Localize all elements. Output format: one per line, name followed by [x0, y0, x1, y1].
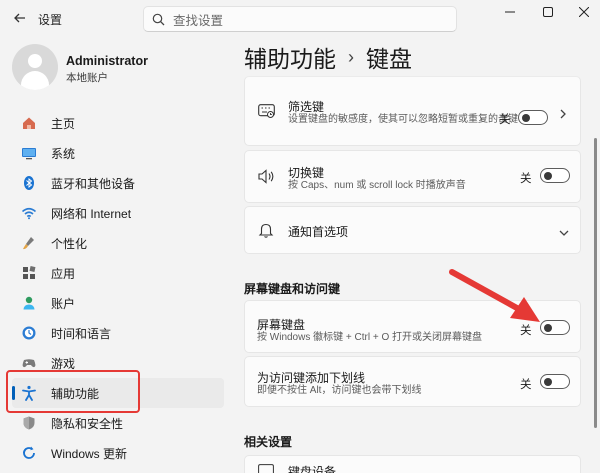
sidebar-item-label: 账户	[51, 296, 76, 311]
card-description: 设置键盘的敏感度，使其可以忽略短暂或重复的击键	[288, 114, 518, 125]
keyboard-device-card[interactable]: 键盘设备	[244, 455, 581, 473]
sidebar-item-accounts[interactable]: 账户	[12, 288, 224, 318]
shield-icon	[20, 414, 38, 432]
sidebar-item-label: 时间和语言	[51, 326, 112, 341]
speaker-icon	[257, 168, 275, 186]
search-icon	[152, 13, 165, 25]
sidebar-item-system[interactable]: 系统	[12, 138, 224, 168]
page-title: 键盘	[366, 46, 412, 72]
keyboard-icon	[257, 461, 275, 473]
underline-access-keys-toggle[interactable]	[540, 374, 570, 389]
sidebar-item-label: 网络和 Internet	[51, 206, 132, 221]
sidebar-item-bluetooth[interactable]: 蓝牙和其他设备	[12, 168, 224, 198]
chevron-right-icon	[559, 108, 567, 123]
section-title-onscreen: 屏幕键盘和访问键	[244, 282, 341, 296]
search-input[interactable]: 查找设置	[143, 6, 457, 32]
filter-keys-toggle[interactable]	[518, 110, 548, 125]
maximize-icon	[543, 7, 553, 17]
breadcrumb: 辅助功能 › 键盘	[244, 40, 412, 74]
sidebar-item-personalization[interactable]: 个性化	[12, 228, 224, 258]
chevron-down-icon	[558, 226, 570, 240]
app-title: 设置	[38, 13, 63, 27]
filter-keys-icon	[257, 102, 275, 120]
scrollbar[interactable]	[594, 138, 597, 428]
card-description: 按 Caps、num 或 scroll lock 时播放声音	[288, 180, 466, 191]
toggle-state-label: 关	[520, 173, 532, 185]
card-title: 通知首选项	[288, 225, 349, 239]
back-arrow-icon	[14, 13, 25, 23]
brush-icon	[20, 234, 38, 252]
filter-keys-card[interactable]: 筛选键 设置键盘的敏感度，使其可以忽略短暂或重复的击键 关	[244, 76, 581, 146]
breadcrumb-parent[interactable]: 辅助功能	[244, 40, 336, 74]
close-button[interactable]	[570, 4, 598, 20]
toggle-keys-card: 切换键 按 Caps、num 或 scroll lock 时播放声音 关	[244, 150, 581, 203]
account-type: 本地账户	[66, 72, 108, 84]
bluetooth-icon	[20, 174, 38, 192]
search-placeholder: 查找设置	[173, 13, 224, 28]
card-description: 即便不按住 Alt，访问键也会带下划线	[257, 385, 422, 396]
sidebar-item-time-language[interactable]: 时间和语言	[12, 318, 224, 348]
sidebar-item-label: 主页	[51, 116, 76, 131]
globe-icon	[20, 324, 38, 342]
sidebar-item-windows-update[interactable]: Windows 更新	[12, 438, 224, 468]
toggle-state-label: 关	[499, 114, 511, 126]
title-bar: 设置 查找设置	[0, 0, 600, 38]
toggle-state-label: 关	[520, 379, 532, 391]
sidebar-nav: 主页 系统 蓝牙和其他设备 网络和 Internet 个性化 应用 账户 时间和…	[12, 108, 224, 468]
system-icon	[20, 144, 38, 162]
sidebar-item-label: 个性化	[51, 236, 88, 251]
avatar	[12, 44, 58, 90]
annotation-highlight-box	[6, 370, 140, 413]
user-name: Administrator	[66, 54, 148, 68]
apps-icon	[20, 264, 38, 282]
minimize-button[interactable]	[496, 4, 524, 20]
maximize-button[interactable]	[534, 4, 562, 20]
sidebar-item-label: 蓝牙和其他设备	[51, 176, 136, 191]
sidebar-item-label: Windows 更新	[51, 446, 128, 461]
onscreen-keyboard-toggle[interactable]	[540, 320, 570, 335]
close-icon	[579, 7, 589, 17]
update-icon	[20, 444, 38, 462]
toggle-state-label: 关	[520, 325, 532, 337]
toggle-keys-toggle[interactable]	[540, 168, 570, 183]
sidebar-item-label: 应用	[51, 266, 76, 281]
sidebar-item-network[interactable]: 网络和 Internet	[12, 198, 224, 228]
wifi-icon	[20, 204, 38, 222]
home-icon	[20, 114, 38, 132]
card-title: 键盘设备	[288, 465, 337, 473]
onscreen-keyboard-card: 屏幕键盘 按 Windows 徽标键 + Ctrl + O 打开或关闭屏幕键盘 …	[244, 300, 581, 353]
section-title-related: 相关设置	[244, 435, 293, 449]
bell-icon	[257, 221, 275, 239]
sidebar-item-home[interactable]: 主页	[12, 108, 224, 138]
card-description: 按 Windows 徽标键 + Ctrl + O 打开或关闭屏幕键盘	[257, 332, 483, 343]
sidebar-item-label: 系统	[51, 146, 76, 161]
notification-preferences-card[interactable]: 通知首选项	[244, 206, 581, 254]
sidebar-item-label: 隐私和安全性	[51, 416, 124, 431]
sidebar-item-apps[interactable]: 应用	[12, 258, 224, 288]
underline-access-keys-card: 为访问键添加下划线 即便不按住 Alt，访问键也会带下划线 关	[244, 356, 581, 407]
account-icon	[20, 294, 38, 312]
user-profile[interactable]: Administrator 本地账户	[12, 44, 232, 92]
minimize-icon	[505, 11, 515, 13]
breadcrumb-separator: ›	[348, 46, 354, 67]
sidebar-item-label: 游戏	[51, 356, 76, 371]
back-button[interactable]	[10, 8, 30, 28]
